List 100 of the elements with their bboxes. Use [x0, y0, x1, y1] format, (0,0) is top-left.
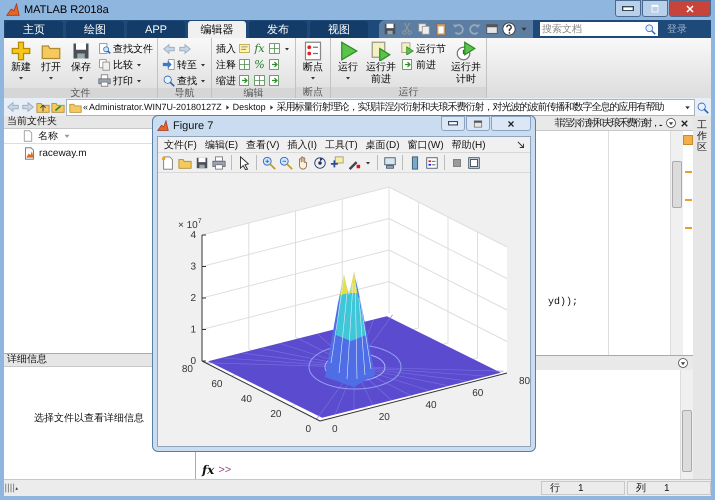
scroll-thumb[interactable]	[682, 410, 692, 472]
page-arrow-icon[interactable]	[268, 74, 281, 87]
help-icon[interactable]	[502, 22, 516, 36]
tick-label: 1	[190, 324, 196, 336]
ribbon-button[interactable]: 运行并 计时	[450, 41, 482, 85]
details-message: 选择文件以查看详细信息	[34, 412, 144, 425]
plus-icon	[11, 41, 31, 61]
menu-item[interactable]: 桌面(D)	[366, 138, 400, 152]
ribbon-button[interactable]: 查找	[162, 73, 207, 88]
editor-tab-title[interactable]: 菲涅尔衍射和夫琅禾费衍射，...	[554, 116, 661, 130]
ribbon-glyph-button[interactable]: fx	[253, 42, 266, 55]
menu-item[interactable]: 查看(V)	[246, 138, 280, 152]
legend-icon[interactable]	[425, 156, 439, 170]
search-icon[interactable]	[696, 100, 709, 114]
grid-page-icon[interactable]	[268, 42, 281, 55]
ribbon-button[interactable]: 查找文件	[98, 41, 153, 56]
zoom-in-icon[interactable]	[262, 156, 276, 170]
ribbon-tab[interactable]: 视图	[310, 21, 368, 38]
search-icon[interactable]	[644, 23, 656, 35]
printer-icon[interactable]	[212, 156, 226, 170]
grid-page-icon[interactable]	[253, 74, 266, 87]
new-page-icon[interactable]	[161, 156, 175, 170]
tick-label: 60	[472, 388, 484, 399]
folder-arrow-icon[interactable]	[51, 100, 65, 114]
ribbon-tab[interactable]: 发布	[249, 21, 307, 38]
copy-icon[interactable]	[417, 22, 431, 36]
path-segment[interactable]: 采用标量衍射理论，实现菲涅尔衍射和夫琅禾费衍射，对光波的波前传播和数字全息的应用有帮助	[276, 100, 664, 114]
data-tip-icon[interactable]	[330, 156, 344, 170]
ribbon-button[interactable]: 新建	[8, 41, 34, 82]
scrollbar[interactable]	[680, 370, 693, 479]
maximize-button[interactable]	[466, 116, 490, 131]
close-button[interactable]	[669, 0, 711, 17]
ribbon-button[interactable]: 打开	[38, 41, 64, 82]
menu-item[interactable]: 工具(T)	[324, 138, 358, 152]
group-label: 编辑	[212, 88, 295, 99]
sign-in-link[interactable]: 登录	[667, 22, 687, 36]
ribbon-button[interactable]: 比较	[98, 57, 153, 72]
warning-marker[interactable]	[684, 227, 692, 229]
zoom-out-icon[interactable]	[279, 156, 293, 170]
scrollbar[interactable]	[670, 131, 683, 355]
menu-item[interactable]: 编辑(E)	[204, 138, 238, 152]
ribbon-button[interactable]: 缩进	[216, 73, 236, 88]
page-play-icon	[371, 41, 391, 61]
circle-caret-icon[interactable]	[677, 357, 689, 369]
ribbon-button[interactable]: 运行	[335, 41, 361, 82]
ribbon-button[interactable]: 前进	[401, 57, 446, 72]
path-segment[interactable]: Desktop	[232, 102, 266, 112]
ribbon-button[interactable]: 运行节	[401, 41, 446, 56]
menu-item[interactable]: 文件(F)	[164, 138, 197, 152]
maximize-button[interactable]	[642, 0, 668, 17]
warning-marker[interactable]	[684, 199, 692, 201]
circle-caret-icon[interactable]	[665, 117, 677, 129]
ribbon-glyph-button[interactable]: %	[253, 58, 266, 71]
ribbon-button[interactable]: 运行并 前进	[365, 41, 397, 85]
status-label: 行	[550, 482, 560, 495]
workspace-tab[interactable]: 工作区	[697, 120, 707, 153]
ribbon-button[interactable]: 打印	[98, 73, 153, 88]
close-dark-icon[interactable]	[679, 118, 690, 128]
scroll-thumb[interactable]	[672, 161, 682, 208]
hand-icon[interactable]	[296, 156, 310, 170]
minimize-button[interactable]	[615, 0, 641, 17]
ribbon-tab[interactable]: APP	[127, 21, 185, 38]
path-field[interactable]: «Administrator.WIN7U-20180127Z Desktop 采用标量衍射理论，实现菲涅尔衍射和夫琅禾费衍射，对光波的波前传播和数字全息的应用有帮助	[66, 98, 695, 116]
note-page-icon[interactable]	[238, 42, 251, 55]
column-header[interactable]: 名称	[38, 129, 58, 143]
ribbon-button[interactable]: 插入	[216, 41, 236, 56]
search-field[interactable]: 搜索文档	[540, 22, 658, 36]
panel-window-icon[interactable]	[467, 156, 481, 170]
tick-label: 0	[190, 356, 196, 367]
menu-item[interactable]: 帮助(H)	[452, 138, 486, 152]
tick-label: 20	[378, 412, 390, 423]
close-button[interactable]	[491, 116, 531, 131]
function-browser-button[interactable]: fx	[202, 463, 214, 477]
minimize-button[interactable]	[441, 116, 465, 131]
ribbon-button[interactable]: 断点	[300, 41, 326, 82]
ribbon-button[interactable]: 注释	[216, 57, 236, 72]
ribbon-tab[interactable]: 编辑器	[188, 21, 246, 38]
warning-marker[interactable]	[684, 171, 692, 173]
page-arrow-icon[interactable]	[268, 58, 281, 71]
ribbon-button[interactable]: 保存	[68, 41, 94, 82]
tick-label: 80	[519, 376, 530, 387]
dock-arrow-icon[interactable]	[516, 140, 526, 150]
tick-label: 0	[332, 424, 338, 435]
folder-up-icon[interactable]	[36, 100, 50, 114]
ribbon-tab[interactable]: 主页	[5, 21, 63, 38]
menu-item[interactable]: 窗口(W)	[408, 138, 444, 152]
grip-icon[interactable]	[4, 481, 18, 495]
link-monitor-icon[interactable]	[383, 156, 397, 170]
path-segment[interactable]: Administrator.WIN7U-20180127Z	[89, 102, 222, 112]
ribbon-button[interactable]: 转至	[162, 57, 207, 72]
ribbon-tab[interactable]: 绘图	[66, 21, 124, 38]
clipboard-icon[interactable]	[434, 22, 448, 36]
menu-item[interactable]: 插入(I)	[287, 138, 317, 152]
file-name[interactable]: raceway.m	[39, 148, 87, 159]
rotate-icon[interactable]	[313, 156, 327, 170]
pointer-icon[interactable]	[237, 156, 251, 170]
overflow-marker[interactable]: «	[83, 102, 88, 112]
windows-icon[interactable]	[485, 22, 499, 36]
grid-page-icon[interactable]	[238, 58, 251, 71]
page-arrow-icon[interactable]	[238, 74, 251, 87]
